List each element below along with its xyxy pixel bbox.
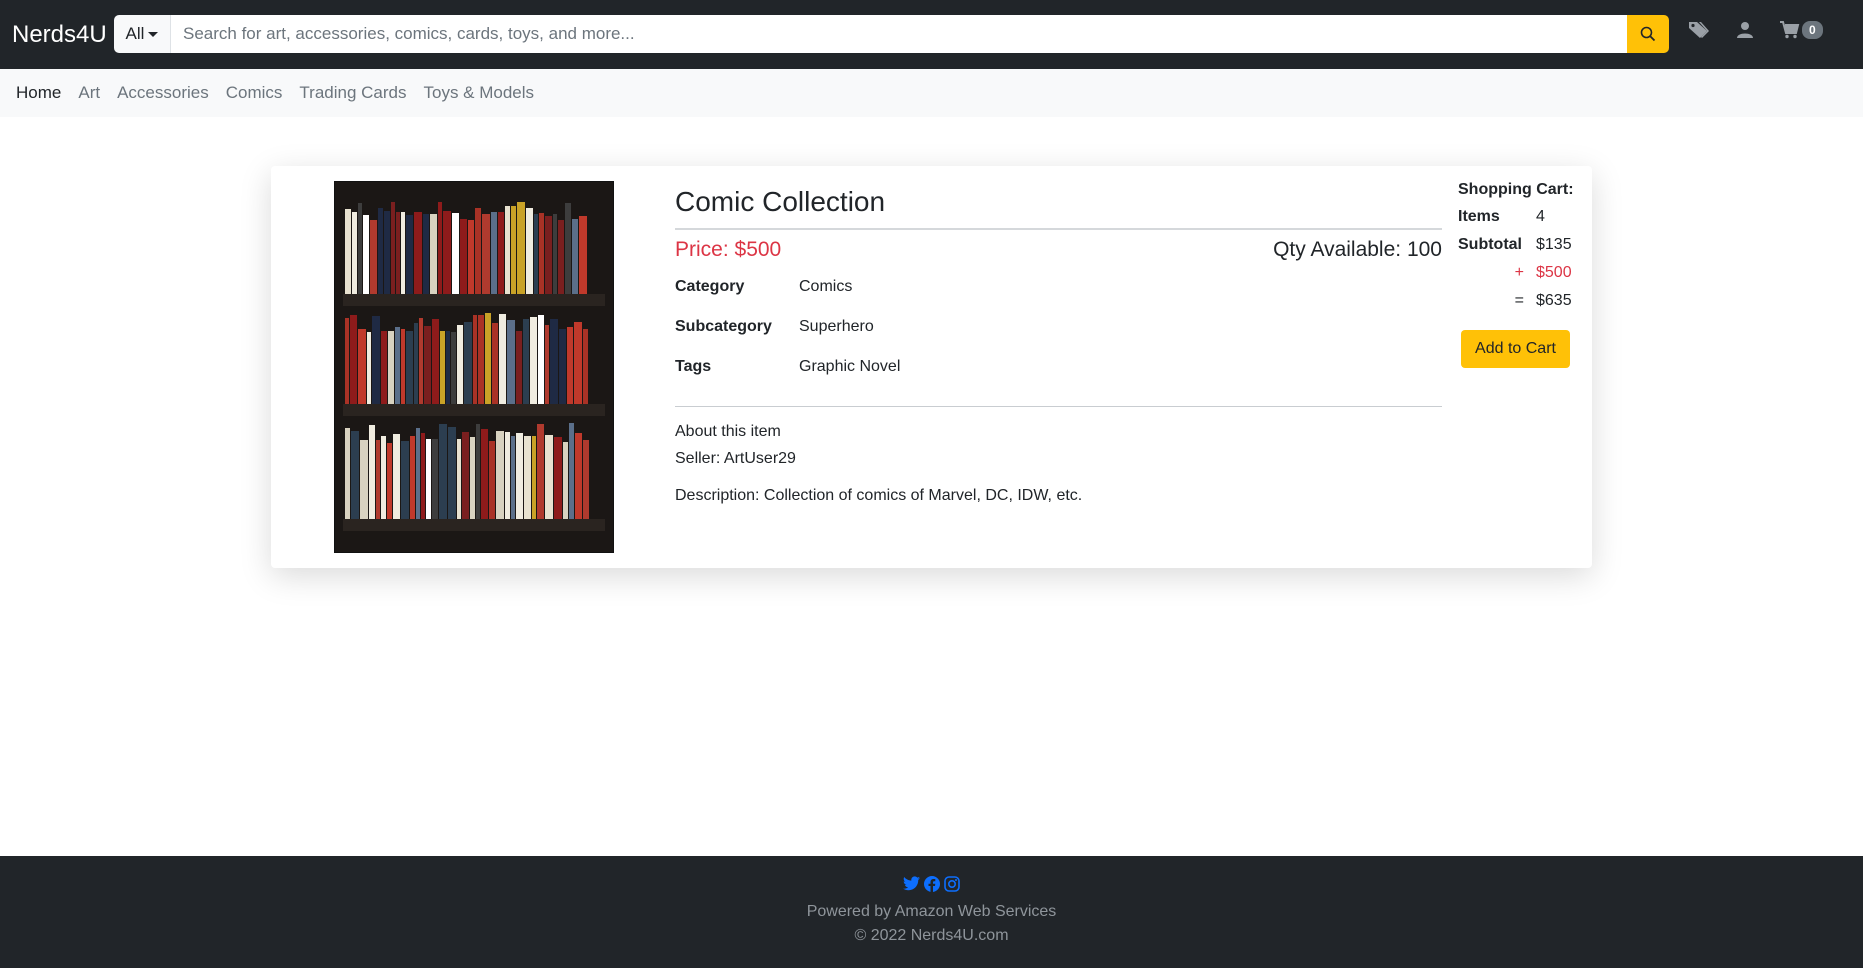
product-image[interactable] (334, 181, 614, 553)
add-to-cart-button[interactable]: Add to Cart (1461, 330, 1570, 368)
description-text: Description: Collection of comics of Mar… (675, 487, 1083, 504)
equals-sign: = (1514, 292, 1524, 309)
search-category-dropdown[interactable]: All (114, 15, 171, 53)
category-nav: Home Art Accessories Comics Trading Card… (0, 69, 1863, 117)
twitter-icon[interactable] (903, 876, 920, 891)
cart-items-row: Items 4 (1458, 208, 1588, 236)
attribute-value: Graphic Novel (799, 358, 901, 375)
nav-toys-models[interactable]: Toys & Models (424, 83, 535, 103)
cart-added-value: $500 (1536, 264, 1572, 281)
footer-powered-by: Powered by Amazon Web Services (806, 903, 1057, 920)
nav-comics[interactable]: Comics (226, 83, 283, 103)
nav-art[interactable]: Art (78, 83, 100, 103)
nav-accessories[interactable]: Accessories (117, 83, 209, 103)
instagram-icon[interactable] (944, 876, 960, 892)
cart-total-value: $635 (1536, 292, 1572, 309)
price-row: Price: $500 Qty Available: 100 (675, 238, 1442, 262)
search-button[interactable] (1627, 15, 1669, 53)
nav-home[interactable]: Home (16, 83, 61, 103)
footer-copyright: © 2022 Nerds4U.com (854, 927, 1009, 944)
product-title: Comic Collection (675, 186, 1442, 230)
cart-subtotal-row: Subtotal $135 (1458, 236, 1588, 264)
search-bar: All (114, 15, 1669, 53)
footer: Powered by Amazon Web Services © 2022 Ne… (0, 856, 1863, 968)
qty-available: Qty Available: 100 (1273, 238, 1442, 261)
attribute-key: Subcategory (675, 318, 772, 335)
cart-items-label: Items (1458, 208, 1500, 225)
top-navbar: Nerds4U All 0 (0, 0, 1863, 69)
product-info: Comic Collection Price: $500 Qty Availab… (675, 186, 1442, 505)
about-heading: About this item (675, 423, 781, 440)
cart-subtotal-label: Subtotal (1458, 236, 1522, 253)
cart-button[interactable]: 0 (1780, 21, 1823, 39)
shopping-cart-summary: Shopping Cart: Items 4 Subtotal $135 + $… (1458, 181, 1588, 368)
attribute-key: Category (675, 278, 745, 295)
cart-title: Shopping Cart: (1458, 181, 1574, 198)
brand-logo[interactable]: Nerds4U (12, 21, 114, 49)
search-input[interactable] (171, 15, 1627, 53)
search-icon (1640, 26, 1656, 42)
cart-icon (1780, 21, 1800, 39)
product-price: Price: $500 (675, 238, 782, 261)
attribute-key: Tags (675, 358, 712, 375)
chevron-down-icon (148, 31, 159, 37)
header-icons: 0 (1688, 20, 1823, 40)
nav-trading-cards[interactable]: Trading Cards (299, 83, 406, 103)
tags-icon[interactable] (1688, 20, 1710, 40)
search-category-label: All (125, 24, 145, 43)
cart-subtotal-value: $135 (1536, 236, 1572, 253)
cart-total-row: = $635 (1458, 292, 1588, 320)
attribute-value: Superhero (799, 318, 874, 335)
cart-items-value: 4 (1536, 208, 1545, 225)
attribute-row: Subcategory Superhero (675, 318, 1442, 358)
attribute-row: Tags Graphic Novel (675, 358, 1442, 398)
attribute-value: Comics (799, 278, 853, 295)
social-links (0, 876, 1863, 892)
plus-sign: + (1514, 264, 1524, 281)
cart-count-badge: 0 (1802, 21, 1823, 39)
cart-add-row: + $500 (1458, 264, 1588, 292)
user-icon[interactable] (1736, 21, 1754, 39)
seller-text: Seller: ArtUser29 (675, 450, 796, 467)
attribute-table: Category Comics Subcategory Superhero Ta… (675, 278, 1442, 407)
attribute-row: Category Comics (675, 278, 1442, 318)
product-card: Comic Collection Price: $500 Qty Availab… (271, 166, 1592, 568)
facebook-icon[interactable] (924, 876, 940, 892)
